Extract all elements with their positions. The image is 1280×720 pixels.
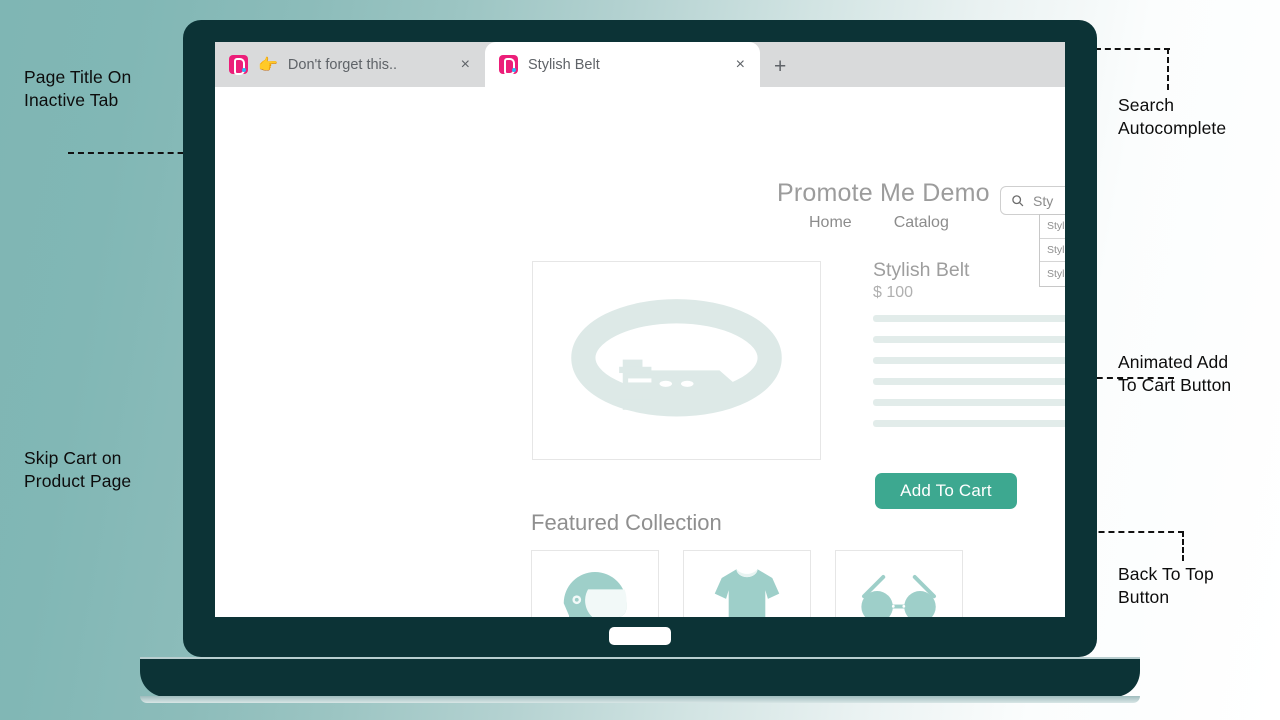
- promote-me-favicon-icon: [229, 55, 248, 74]
- autocomplete-option-label: Stylish Sunglass: [1047, 220, 1065, 232]
- autocomplete-option-label: Stylish Belt: [1047, 244, 1065, 256]
- product-image: [532, 261, 821, 460]
- connector-search-vertical-right: [1167, 48, 1169, 90]
- product-thumbnail: [683, 550, 811, 617]
- promote-me-favicon-icon: [499, 55, 518, 74]
- annotation-animated-add-to-cart: Animated Add To Cart Button: [1118, 351, 1231, 397]
- browser-window: 👉 Don't forget this.. × Stylish Belt × +…: [215, 42, 1065, 617]
- description-bar: [873, 315, 1065, 322]
- belt-illustration: [569, 293, 784, 428]
- product-price: $ 100: [873, 284, 913, 302]
- autocomplete-option-stylish-belt[interactable]: Stylish Belt: [1040, 239, 1065, 263]
- browser-tab-inactive[interactable]: 👉 Don't forget this.. ×: [215, 42, 485, 87]
- pointing-hand-icon: 👉: [258, 55, 278, 75]
- site-page: Promote Me Demo Home Catalog Sty Stylish…: [215, 87, 1065, 617]
- tshirt-illustration: [711, 564, 783, 618]
- laptop-base: [140, 657, 1140, 697]
- description-bar: [873, 420, 1065, 427]
- description-bar: [873, 357, 1065, 364]
- home-indicator: [609, 627, 671, 645]
- featured-product-card[interactable]: T-Shirt $ 100: [683, 550, 811, 617]
- search-autocomplete-dropdown: Stylish Sunglass Stylish Belt: [1039, 214, 1065, 287]
- search-input[interactable]: Sty: [1000, 186, 1065, 215]
- add-to-cart-button[interactable]: Add To Cart: [875, 473, 1017, 509]
- close-icon[interactable]: ×: [733, 57, 748, 73]
- annotation-page-title-on-inactive-tab: Page Title On Inactive Tab: [24, 66, 131, 112]
- connector-backtotop-vertical-right: [1182, 531, 1184, 561]
- browser-tab-active[interactable]: Stylish Belt ×: [485, 42, 760, 87]
- browser-tab-inactive-title: Don't forget this..: [288, 57, 448, 73]
- browser-tab-active-title: Stylish Belt: [528, 57, 723, 73]
- annotation-back-to-top-button: Back To Top Button: [1118, 563, 1214, 609]
- product-description-placeholder: [873, 315, 1065, 441]
- product-thumbnail: [531, 550, 659, 617]
- featured-product-card[interactable]: Flake Helmet $ 120: [531, 550, 659, 617]
- autocomplete-option-label: Stylish Wallet: [1047, 268, 1065, 280]
- description-bar: [873, 378, 1065, 385]
- close-icon[interactable]: ×: [458, 57, 473, 73]
- nav-item-catalog[interactable]: Catalog: [894, 214, 949, 232]
- new-tab-button[interactable]: +: [760, 56, 800, 77]
- search-icon: [1011, 194, 1024, 207]
- site-brand-title: Promote Me Demo: [777, 179, 990, 208]
- nav-item-home[interactable]: Home: [809, 214, 852, 232]
- product-title: Stylish Belt: [873, 259, 969, 282]
- annotation-skip-cart-on-product-page: Skip Cart on Product Page: [24, 447, 131, 493]
- browser-tabstrip: 👉 Don't forget this.. × Stylish Belt × +: [215, 42, 1065, 87]
- autocomplete-option-stylish-wallet[interactable]: Stylish Wallet: [1040, 262, 1065, 286]
- annotation-search-autocomplete: Search Autocomplete: [1118, 94, 1226, 140]
- sunglass-illustration: [853, 570, 945, 618]
- helmet-illustration: [558, 565, 632, 618]
- featured-collection-list: Flake Helmet $ 120 T-Shirt $ 100: [531, 550, 963, 617]
- search-input-value: Sty: [1033, 193, 1053, 209]
- autocomplete-option-stylish-sunglass[interactable]: Stylish Sunglass: [1040, 215, 1065, 239]
- site-nav: Home Catalog: [809, 214, 949, 232]
- featured-collection-heading: Featured Collection: [531, 510, 722, 536]
- description-bar: [873, 399, 1065, 406]
- product-thumbnail: [835, 550, 963, 617]
- description-bar: [873, 336, 1065, 343]
- featured-product-card[interactable]: Round Sunglass $ 150: [835, 550, 963, 617]
